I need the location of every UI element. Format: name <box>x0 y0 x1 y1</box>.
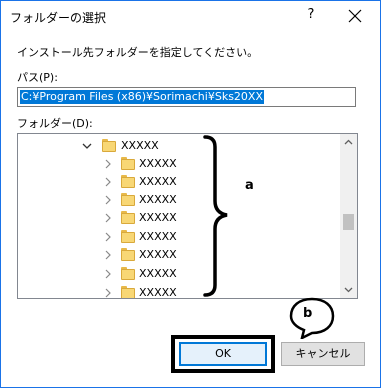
folder-icon <box>121 248 135 261</box>
tree-item-label: XXXXX <box>139 157 177 170</box>
close-icon <box>348 9 362 23</box>
tree-item-label: XXXXX <box>121 139 159 152</box>
tree-item[interactable]: XXXXX <box>18 191 338 209</box>
tree-item-label: XXXXX <box>139 267 177 280</box>
tree-item-label: XXXXX <box>139 248 177 261</box>
folder-label: フォルダー(D): <box>17 117 93 130</box>
chevron-right-icon <box>105 269 111 279</box>
help-button[interactable]: ? <box>301 7 321 25</box>
chevron-right-icon <box>105 232 111 242</box>
path-input-value: C:¥Program Files (x86)¥Sorimachi¥Sks20XX <box>20 90 264 104</box>
tree-item[interactable]: XXXXX <box>18 265 338 283</box>
annotation-label-b: b <box>303 306 313 321</box>
folder-icon <box>121 175 135 188</box>
annotation-brace <box>203 135 228 297</box>
scroll-up-icon[interactable] <box>340 134 357 151</box>
path-input[interactable]: C:¥Program Files (x86)¥Sorimachi¥Sks20XX <box>17 87 356 107</box>
scroll-down-icon[interactable] <box>340 281 357 298</box>
folder-icon <box>102 139 116 152</box>
folder-icon <box>121 211 135 224</box>
folder-icon <box>121 267 135 280</box>
tree-item-label: XXXXX <box>139 230 177 243</box>
tree-item-label: XXXXX <box>139 193 177 206</box>
chevron-right-icon <box>105 213 111 223</box>
folder-icon <box>121 193 135 206</box>
tree-item[interactable]: XXXXX <box>18 246 338 264</box>
chevron-right-icon <box>105 288 111 298</box>
tree-item-root[interactable]: XXXXX <box>18 137 338 155</box>
tree-item[interactable]: XXXXX <box>18 173 338 191</box>
folder-icon <box>121 230 135 243</box>
annotation-label-a: a <box>245 178 254 193</box>
path-label: パス(P): <box>17 71 58 84</box>
tree-item[interactable]: XXXXX <box>18 209 338 227</box>
chevron-right-icon <box>105 250 111 260</box>
tree-item-label: XXXXX <box>139 175 177 188</box>
title-bar: フォルダーの選択 ? <box>1 1 380 31</box>
folder-icon <box>121 286 135 298</box>
folder-icon <box>121 157 135 170</box>
ok-button[interactable]: OK <box>179 342 267 366</box>
chevron-down-icon <box>82 143 92 149</box>
tree-item[interactable]: XXXXX <box>18 228 338 246</box>
tree-item-label: XXXXX <box>139 211 177 224</box>
instruction-text: インストール先フォルダーを指定してください。 <box>17 46 259 59</box>
close-button[interactable] <box>341 4 369 28</box>
scroll-thumb[interactable] <box>343 214 354 230</box>
chevron-right-icon <box>105 177 111 187</box>
window-title: フォルダーの選択 <box>10 11 107 25</box>
tree-item[interactable]: XXXXX <box>18 155 338 173</box>
folder-select-dialog: フォルダーの選択 ? インストール先フォルダーを指定してください。 パス(P):… <box>0 0 381 388</box>
chevron-right-icon <box>105 159 111 169</box>
cancel-button[interactable]: キャンセル <box>281 342 365 366</box>
tree-scrollbar[interactable] <box>340 134 357 298</box>
folder-tree[interactable]: XXXXX XXXXX XXXXX XXXXX XXXXX XXXXX XXXX… <box>17 133 358 299</box>
tree-item-label: XXXXX <box>139 286 177 299</box>
chevron-right-icon <box>105 195 111 205</box>
